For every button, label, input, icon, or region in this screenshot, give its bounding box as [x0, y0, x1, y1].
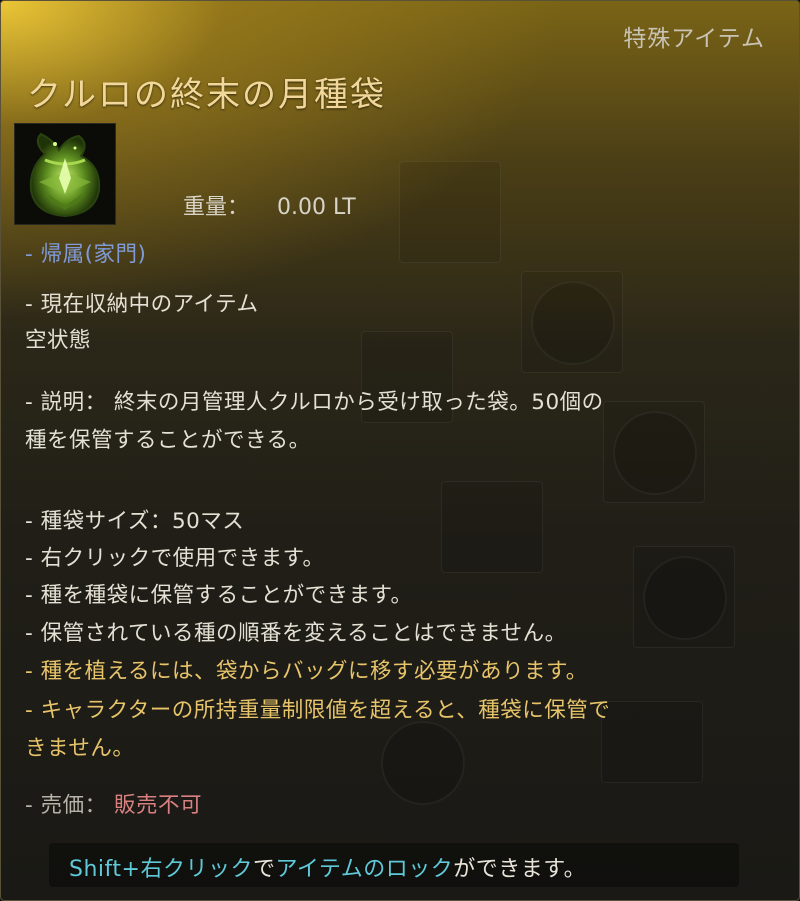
background-slot-icon	[531, 281, 615, 365]
seed-pouch-icon	[15, 124, 115, 224]
property-line: - 種袋サイズ：50マス	[25, 509, 245, 534]
weight-label: 重量：	[183, 195, 250, 220]
warning-line: - キャラクターの所持重量制限値を超えると、種袋に保管で	[25, 698, 611, 723]
property-line: - 右クリックで使用できます。	[25, 546, 325, 571]
background-slot-icon	[613, 411, 697, 495]
footer-hint: Shift+右クリックでアイテムのロックができます。	[69, 851, 586, 883]
price-row: - 売価： 販売不可	[25, 788, 202, 819]
property-line: - 保管されている種の順番を変えることはできません。	[25, 621, 567, 646]
property-line: - 種を種袋に保管することができます。	[25, 583, 413, 608]
description-line-1: - 説明： 終末の月管理人クルロから受け取った袋。50個の	[25, 390, 604, 415]
background-slot-icon	[643, 556, 727, 640]
binding-text: - 帰属(家門)	[25, 242, 147, 267]
background-slot	[399, 161, 501, 263]
footer-action-text: アイテムのロック	[275, 857, 454, 882]
warning-line: きません。	[25, 736, 135, 761]
item-tooltip: 特殊アイテム クルロの終末の月種袋 重量： 0.00 LT - 帰属(家門) - …	[0, 0, 800, 901]
item-icon-frame	[14, 123, 116, 225]
warning-line: - 種を植えるには、袋からバッグに移す必要があります。	[25, 659, 588, 684]
background-slot-icon	[381, 721, 465, 805]
footer-end-text: ができます。	[453, 857, 587, 882]
weight-row: 重量： 0.00 LT	[183, 189, 356, 221]
background-slot	[601, 701, 703, 783]
footer-key-text: Shift+右クリック	[69, 857, 253, 882]
stored-items-value: 空状態	[25, 328, 92, 353]
price-label: - 売価：	[25, 793, 107, 818]
weight-value: 0.00 LT	[277, 195, 356, 220]
stored-items-label: - 現在収納中のアイテム	[25, 292, 259, 317]
item-title: クルロの終末の月種袋	[27, 75, 386, 115]
item-category: 特殊アイテム	[623, 26, 765, 52]
background-slot	[441, 481, 543, 573]
description-line-2: 種を保管することができる。	[25, 428, 311, 453]
footer-mid-text: で	[252, 857, 276, 882]
price-value: 販売不可	[113, 793, 202, 818]
